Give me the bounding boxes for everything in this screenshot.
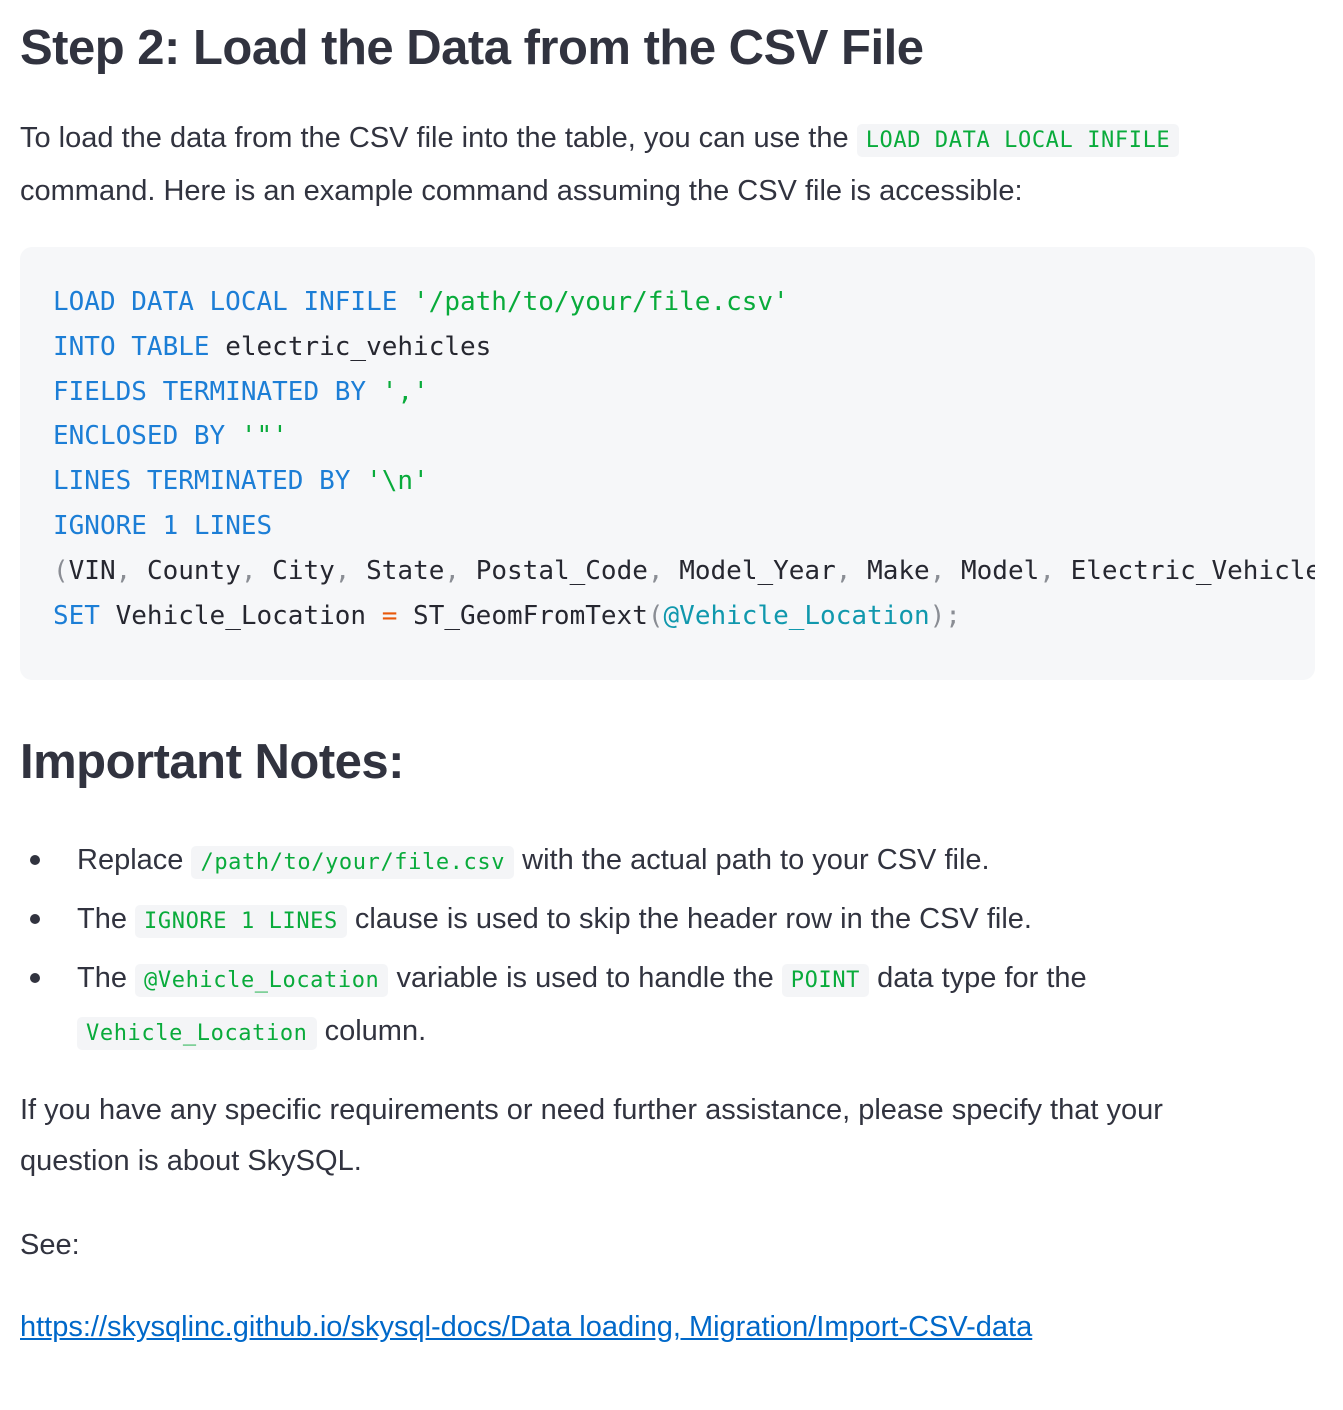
sql-code-block[interactable]: LOAD DATA LOCAL INFILE '/path/to/your/fi… bbox=[20, 247, 1315, 680]
code-identifier: electric_vehicles bbox=[225, 331, 492, 362]
inline-code: Vehicle_Location bbox=[77, 1017, 317, 1050]
closing-paragraph: If you have any specific requirements or… bbox=[20, 1094, 1163, 1177]
code-keyword: INTO TABLE bbox=[53, 331, 210, 362]
note-text: Replace bbox=[77, 844, 192, 876]
list-item: The IGNORE 1 LINES clause is used to ski… bbox=[20, 894, 1290, 947]
code-line-2: INTO TABLE electric_vehicles bbox=[53, 325, 1315, 370]
note-text: with the actual path to your CSV file. bbox=[514, 844, 990, 876]
notes-list: Replace /path/to/your/file.csv with the … bbox=[20, 835, 1290, 1065]
documentation-link[interactable]: https://skysqlinc.github.io/skysql-docs/… bbox=[20, 1302, 1032, 1353]
code-string: '\n' bbox=[366, 466, 429, 497]
inline-code: IGNORE 1 LINES bbox=[135, 905, 347, 938]
sql-code-lines: LOAD DATA LOCAL INFILE '/path/to/your/fi… bbox=[53, 280, 1315, 638]
bullet-icon bbox=[30, 855, 40, 865]
code-function: ST_GeomFromText bbox=[413, 600, 648, 631]
code-identifier: Vehicle_Location bbox=[115, 600, 367, 631]
code-line-8: SET Vehicle_Location = ST_GeomFromText(@… bbox=[53, 594, 1315, 639]
code-column-name: Model bbox=[961, 555, 1040, 586]
code-punctuation: , bbox=[334, 555, 367, 586]
code-punctuation: ( bbox=[53, 555, 69, 586]
code-column-name: VIN bbox=[68, 555, 116, 586]
code-column-name: Postal_Code bbox=[475, 555, 648, 586]
inline-code: POINT bbox=[781, 964, 870, 997]
code-punctuation: , bbox=[647, 555, 680, 586]
note-text: data type for the bbox=[869, 962, 1087, 994]
code-column-name: Model_Year bbox=[679, 555, 836, 586]
code-keyword: SET bbox=[53, 600, 100, 631]
note-text: column. bbox=[316, 1015, 427, 1047]
code-line-1: LOAD DATA LOCAL INFILE '/path/to/your/fi… bbox=[53, 280, 1315, 325]
code-number: 1 bbox=[162, 510, 179, 541]
note-text: The bbox=[77, 903, 136, 935]
list-item: The @Vehicle_Location variable is used t… bbox=[20, 953, 1290, 1059]
inline-code: @Vehicle_Location bbox=[135, 964, 389, 997]
code-punctuation: ( bbox=[647, 600, 664, 631]
intro-text-after: command. Here is an example command assu… bbox=[20, 175, 1023, 207]
code-punctuation: , bbox=[835, 555, 868, 586]
note-text: clause is used to skip the header row in… bbox=[346, 903, 1032, 935]
step-heading: Step 2: Load the Data from the CSV File bbox=[20, 21, 924, 75]
code-keyword: LINES TERMINATED BY bbox=[53, 466, 351, 497]
inline-code: /path/to/your/file.csv bbox=[191, 846, 515, 879]
code-punctuation: ) bbox=[929, 600, 946, 631]
code-column-name: State bbox=[366, 555, 445, 586]
code-operator: = bbox=[381, 600, 398, 631]
code-keyword: LINES bbox=[193, 510, 273, 541]
bullet-icon bbox=[30, 973, 40, 983]
code-variable: @Vehicle_Location bbox=[663, 600, 930, 631]
code-keyword: FIELDS TERMINATED BY bbox=[53, 376, 367, 407]
code-punctuation: , bbox=[1039, 555, 1071, 586]
code-column-name: Make bbox=[867, 555, 930, 586]
note-text: The bbox=[77, 962, 136, 994]
see-label: See: bbox=[20, 1229, 80, 1261]
code-string: ',' bbox=[381, 376, 429, 407]
inline-code-load-data: LOAD DATA LOCAL INFILE bbox=[856, 124, 1180, 157]
code-punctuation: , bbox=[929, 555, 961, 586]
code-punctuation: , bbox=[115, 555, 147, 586]
code-keyword: ENCLOSED BY bbox=[53, 421, 226, 452]
code-string: '/path/to/your/file.csv' bbox=[413, 287, 789, 317]
list-item: Replace /path/to/your/file.csv with the … bbox=[20, 835, 1290, 888]
code-punctuation: ; bbox=[945, 600, 961, 631]
note-text: variable is used to handle the bbox=[388, 962, 782, 994]
code-column-name: Electric_Vehicle_Type bbox=[1070, 555, 1315, 586]
bullet-icon bbox=[30, 914, 40, 924]
code-keyword: IGNORE bbox=[53, 510, 147, 541]
code-keyword: LOAD DATA LOCAL INFILE bbox=[53, 287, 398, 317]
code-column-name: City bbox=[272, 555, 335, 586]
intro-paragraph: To load the data from the CSV file into … bbox=[20, 113, 1310, 217]
notes-heading: Important Notes: bbox=[20, 735, 405, 789]
code-column-name: County bbox=[146, 555, 241, 586]
code-punctuation: , bbox=[444, 555, 476, 586]
code-line-4: ENCLOSED BY '"' bbox=[53, 414, 1315, 459]
code-line-3: FIELDS TERMINATED BY ',' bbox=[53, 370, 1315, 415]
code-line-7: (VIN, County, City, State, Postal_Code, … bbox=[53, 549, 1315, 594]
code-punctuation: , bbox=[240, 555, 273, 586]
code-line-6: IGNORE 1 LINES bbox=[53, 504, 1315, 549]
code-string: '"' bbox=[240, 421, 288, 452]
intro-text-before: To load the data from the CSV file into … bbox=[20, 122, 857, 154]
code-line-5: LINES TERMINATED BY '\n' bbox=[53, 459, 1315, 504]
